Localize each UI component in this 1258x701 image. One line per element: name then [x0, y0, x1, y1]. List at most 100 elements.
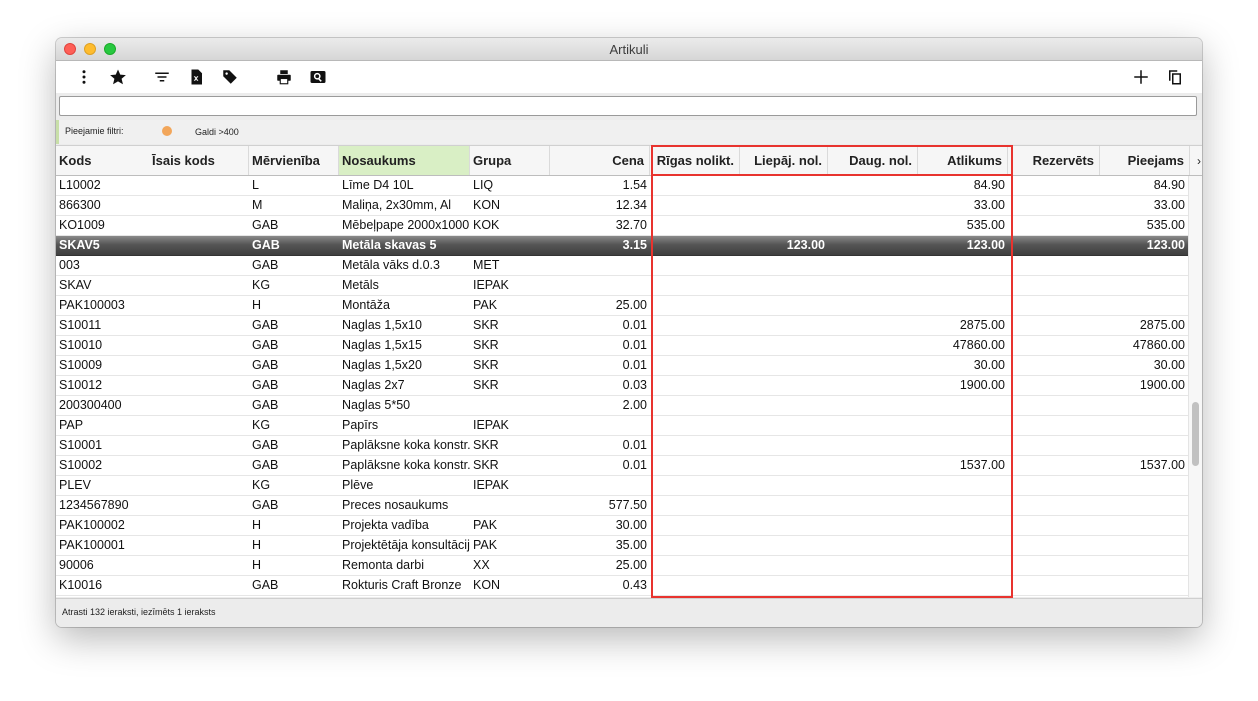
table-row[interactable]: S10001 GAB Paplāksne koka konstr. SKR 0.01 — [56, 436, 1188, 456]
cell-pieej: 1537.00 — [1139, 458, 1185, 472]
column-header-grupa[interactable]: Grupa — [470, 146, 550, 175]
table-row-selected[interactable]: SKAV5 GAB Metāla skavas 5 3.15 123.00 123.00 1… — [56, 236, 1188, 256]
cell-isais — [149, 256, 249, 275]
add-icon — [1134, 70, 1148, 84]
favorites-button[interactable] — [107, 66, 129, 88]
cell-cena: 0.01 — [622, 438, 647, 452]
table-row[interactable]: 90006 H Remonta darbi XX 25.00 — [56, 556, 1188, 576]
column-header-liepaj[interactable]: Liepāj. nol. — [740, 146, 828, 175]
column-header-atl[interactable]: Atlikums — [918, 146, 1008, 175]
cell-rez — [1010, 456, 1100, 475]
table-row[interactable]: PAK100002 H Projekta vadība PAK 30.00 — [56, 516, 1188, 536]
column-header-pieej[interactable]: Pieejams — [1100, 146, 1190, 175]
table-row[interactable]: S10009 GAB Naglas 1,5x20 SKR 0.01 30.00 30.00 — [56, 356, 1188, 376]
cell-merv: GAB — [252, 578, 279, 592]
scroll-columns-right-icon[interactable]: › — [1197, 154, 1201, 168]
cell-liepaj — [740, 316, 828, 335]
cell-pieej: 47860.00 — [1132, 338, 1185, 352]
cell-isais — [149, 396, 249, 415]
table-row[interactable]: 866300 M Maliņa, 2x30mm, Al KON 12.34 33.00 33… — [56, 196, 1188, 216]
print-preview-button[interactable] — [307, 66, 329, 88]
cell-daug — [828, 476, 918, 495]
column-header-isais[interactable]: Īsais kods — [149, 146, 249, 175]
filter-button[interactable] — [151, 66, 173, 88]
cell-cena: 0.01 — [622, 318, 647, 332]
table-row[interactable]: SKAV KG Metāls IEPAK — [56, 276, 1188, 296]
cell-cena — [550, 416, 650, 435]
table-row[interactable]: PAK100003 H Montāža PAK 25.00 — [56, 296, 1188, 316]
cell-grupa: SKR — [473, 338, 499, 352]
column-header-nos[interactable]: Nosaukums — [339, 146, 470, 175]
cell-daug — [828, 196, 918, 215]
cell-nos: Preces nosaukums — [342, 498, 449, 512]
vertical-scrollbar[interactable] — [1188, 176, 1202, 597]
more-options-button[interactable] — [73, 66, 95, 88]
window-title: Artikuli — [609, 42, 649, 57]
table-row[interactable]: K10016 GAB Rokturis Craft Bronze KON 0.43 — [56, 576, 1188, 596]
cell-rez — [1010, 536, 1100, 555]
cell-nos: Plēve — [342, 478, 374, 492]
cell-rez — [1010, 296, 1100, 315]
column-header-merv[interactable]: Mērvienība — [249, 146, 339, 175]
cell-atl: 1900.00 — [959, 378, 1005, 392]
filter-color-dot[interactable] — [162, 126, 172, 136]
cell-grupa: IEPAK — [473, 278, 509, 292]
labels-button[interactable] — [219, 66, 241, 88]
table-row[interactable]: 003 GAB Metāla vāks d.0.3 MET — [56, 256, 1188, 276]
cell-atl — [918, 256, 1008, 275]
export-excel-button[interactable] — [185, 66, 207, 88]
column-header-daug[interactable]: Daug. nol. — [828, 146, 918, 175]
cell-pieej — [1100, 516, 1188, 535]
print-button[interactable] — [273, 66, 295, 88]
cell-daug — [828, 436, 918, 455]
cell-cena: 25.00 — [615, 298, 647, 312]
cell-isais — [149, 216, 249, 235]
filter-chip[interactable]: Galdi >400 — [195, 127, 239, 137]
table-row[interactable]: L10002 L Līme D4 10L LIQ 1.54 84.90 84.90 — [56, 176, 1188, 196]
table-row[interactable]: 200300400 GAB Naglas 5*50 2.00 — [56, 396, 1188, 416]
copy-button[interactable] — [1164, 66, 1186, 88]
table-row[interactable]: PAP KG Papīrs IEPAK — [56, 416, 1188, 436]
table-row[interactable]: S10011 GAB Naglas 1,5x10 SKR 0.01 2875.00 2875… — [56, 316, 1188, 336]
table-row[interactable]: KO1009 GAB Mēbeļpape 2000x1000 KOK 32.70 535.… — [56, 216, 1188, 236]
cell-rez — [1010, 436, 1100, 455]
add-button[interactable] — [1130, 66, 1152, 88]
cell-liepaj — [740, 396, 828, 415]
cell-merv: GAB — [252, 218, 279, 232]
cell-rigas — [650, 396, 740, 415]
cell-grupa: LIQ — [473, 178, 494, 192]
cell-nos: Naglas 1,5x20 — [342, 358, 422, 372]
table-row[interactable]: PAK100001 H Projektētāja konsultācija PAK 35… — [56, 536, 1188, 556]
cell-liepaj — [740, 516, 828, 535]
filter-icon — [155, 72, 169, 82]
filters-bar: Pieejamie filtri: Galdi >400 — [56, 120, 1202, 144]
cell-cena — [550, 476, 650, 495]
table-row[interactable]: S10012 GAB Naglas 2x7 SKR 0.03 1900.00 1900.00 — [56, 376, 1188, 396]
cell-rigas — [650, 176, 740, 195]
cell-rez — [1010, 496, 1100, 515]
cell-daug — [828, 536, 918, 555]
cell-liepaj — [740, 536, 828, 555]
cell-merv: L — [252, 178, 259, 192]
table-row[interactable]: 1234567890 GAB Preces nosaukums 577.50 — [56, 496, 1188, 516]
table-row[interactable]: S10010 GAB Naglas 1,5x15 SKR 0.01 47860.00 478… — [56, 336, 1188, 356]
cell-grupa — [470, 396, 550, 415]
column-header-rigas[interactable]: Rīgas nolikt. — [650, 146, 740, 175]
column-header-cena[interactable]: Cena — [550, 146, 650, 175]
cell-isais — [149, 496, 249, 515]
cell-isais — [149, 356, 249, 375]
cell-nos: Maliņa, 2x30mm, Al — [342, 198, 452, 212]
table-row[interactable]: S10002 GAB Paplāksne koka konstr. SKR 0.01 15… — [56, 456, 1188, 476]
cell-rigas — [650, 196, 740, 215]
column-header-rez[interactable]: Rezervēts — [1010, 146, 1100, 175]
copy-icon — [1169, 70, 1181, 85]
cell-kods: S10002 — [59, 458, 103, 472]
table-row[interactable]: PLEV KG Plēve IEPAK — [56, 476, 1188, 496]
cell-pieej — [1100, 256, 1188, 275]
scrollbar-thumb[interactable] — [1192, 402, 1199, 466]
cell-pieej — [1100, 476, 1188, 495]
search-input[interactable] — [59, 96, 1197, 116]
column-header-kods[interactable]: Kods — [56, 146, 149, 175]
cell-daug — [828, 556, 918, 575]
cell-daug — [828, 296, 918, 315]
